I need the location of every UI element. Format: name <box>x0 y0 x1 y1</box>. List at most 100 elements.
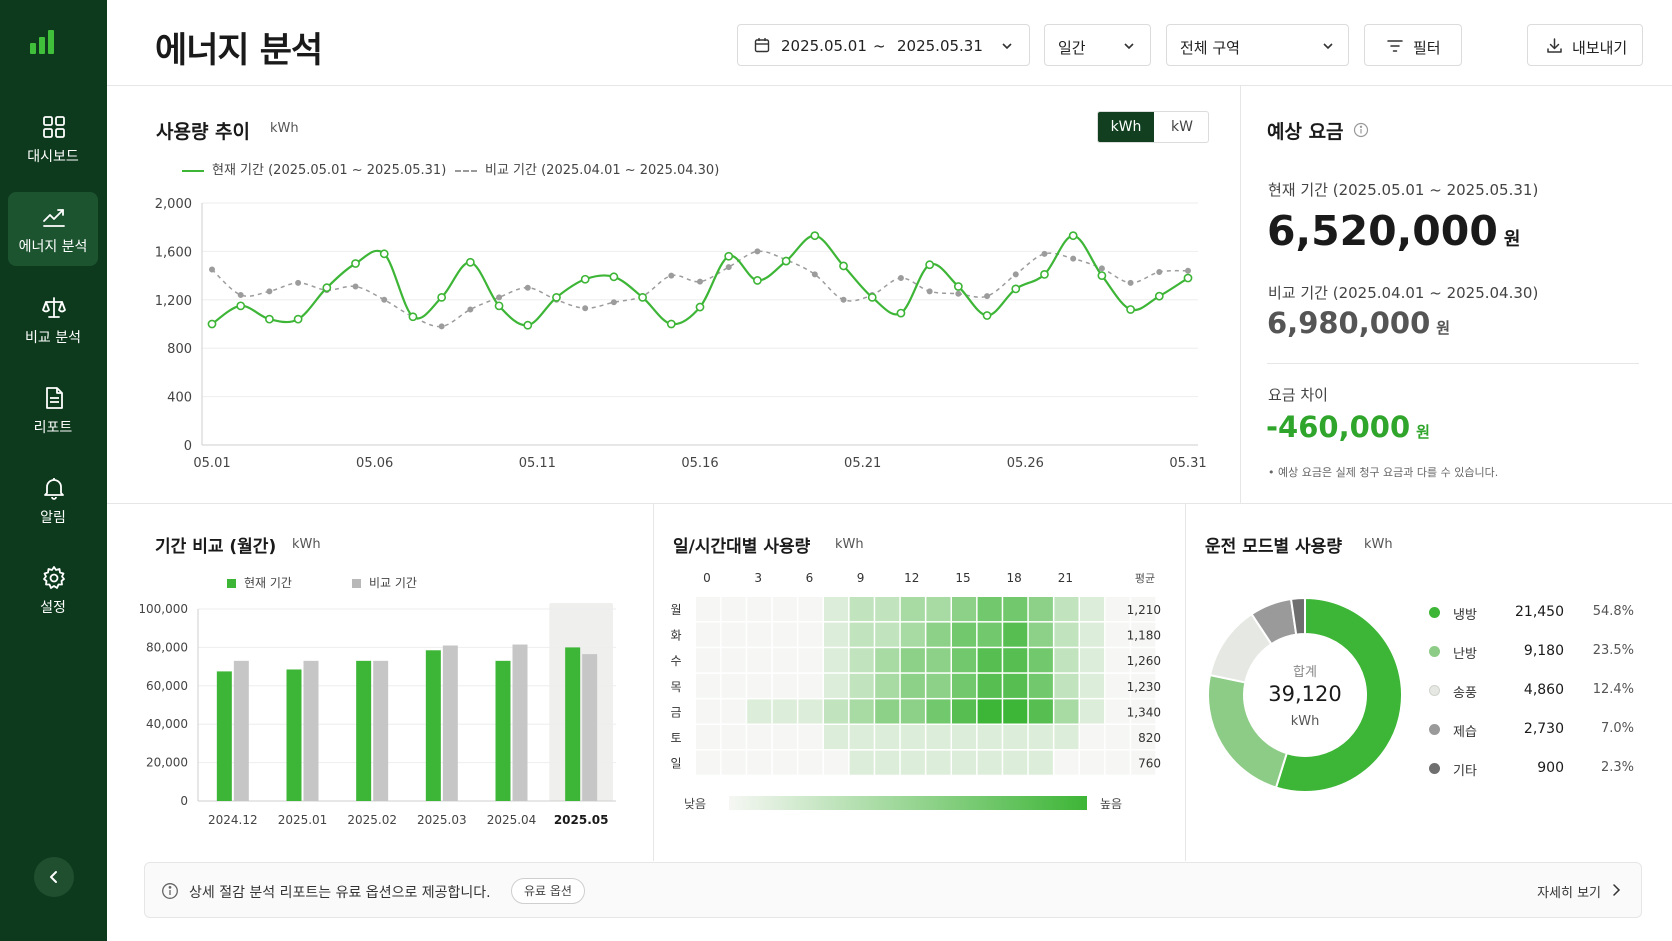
compare-period-point <box>610 299 617 306</box>
current-period-point <box>896 308 906 318</box>
chevron-right-icon[interactable] <box>1609 883 1623 897</box>
cost-compare: 6,980,000 원 <box>1267 306 1450 340</box>
current-period-point <box>379 249 389 259</box>
heatmap-cell <box>900 622 925 647</box>
hour-label: 0 <box>703 571 711 585</box>
legend-percent: 2.3% <box>1600 760 1634 775</box>
heatmap-cell <box>849 699 874 724</box>
heatmap-cell <box>1054 699 1079 724</box>
compare-bar <box>512 644 528 801</box>
info-icon[interactable] <box>1353 122 1369 138</box>
heatmap-cell <box>952 673 977 698</box>
period-select[interactable]: 일간 <box>1044 24 1151 66</box>
sidebar-item-dashboard[interactable]: 대시보드 <box>8 102 98 176</box>
heatmap-cell <box>772 750 797 775</box>
row-average: 1,210 <box>1127 603 1161 617</box>
x-tick-label: 05.16 <box>681 456 718 471</box>
currency-label: 원 <box>1503 229 1521 250</box>
x-tick-label: 05.11 <box>519 456 556 471</box>
current-bar <box>356 660 372 801</box>
mode-legend-row: 난방 9,180 23.5% <box>1429 642 1634 662</box>
zone-select[interactable]: 전체 구역 <box>1166 24 1349 66</box>
unit-toggle-kw[interactable]: kW <box>1154 112 1208 142</box>
sidebar: 대시보드 에너지 분석 비교 분석 리포트 알림 설정 <box>0 0 107 941</box>
compare-period-point <box>438 323 445 330</box>
heatmap-cell <box>1028 725 1053 750</box>
legend-label: 송풍 <box>1453 686 1477 701</box>
divider <box>107 503 1672 504</box>
heatmap-cell <box>824 750 849 775</box>
view-details-link[interactable]: 자세히 보기 <box>1537 882 1601 901</box>
heatmap-cell <box>721 699 746 724</box>
y-tick-label: 0 <box>180 794 188 808</box>
x-tick-label: 2025.01 <box>278 813 328 827</box>
heatmap-cell <box>772 597 797 622</box>
heatmap-cell <box>747 725 772 750</box>
day-label: 목 <box>670 680 681 694</box>
legend-label: 기타 <box>1453 764 1477 779</box>
y-tick-label: 0 <box>184 439 192 454</box>
legend-current-label: 현재 기간 (2025.05.01 ~ 2025.05.31) <box>212 163 447 178</box>
paid-option-badge: 유료 옵션 <box>511 878 585 904</box>
compare-period-point <box>696 278 703 285</box>
compare-period-point <box>1070 255 1077 262</box>
mode-legend-row: 냉방 21,450 54.8% <box>1429 603 1634 623</box>
current-period-point <box>465 257 475 267</box>
export-label: 내보내기 <box>1572 39 1628 57</box>
sidebar-item-settings[interactable]: 설정 <box>8 553 98 627</box>
cost-title: 예상 요금 <box>1267 121 1344 143</box>
compare-period-point <box>725 264 732 271</box>
heatmap-cell <box>875 725 900 750</box>
usage-trend-chart: 0 400 800 1,200 1,600 2,000 05.01 05.06 05.11 05.… <box>155 197 1207 471</box>
heatmap-cell <box>798 725 823 750</box>
chevron-down-icon <box>1002 43 1012 50</box>
heatmap-cell <box>721 648 746 673</box>
heatmap-cell <box>798 597 823 622</box>
current-period-point <box>1011 284 1021 294</box>
x-tick-label: 2025.04 <box>487 813 537 827</box>
sidebar-item-alerts[interactable]: 알림 <box>8 463 98 537</box>
heatmap-cell <box>849 673 874 698</box>
heatmap-cell <box>696 699 721 724</box>
header: 에너지 분석 2025.05.01 ~ 2025.05.31 일간 전체 구역 … <box>107 0 1672 86</box>
current-period-point <box>982 311 992 320</box>
compare-period-point <box>237 291 244 298</box>
filter-button[interactable]: 필터 <box>1364 24 1462 66</box>
heatmap-cell <box>952 597 977 622</box>
heatmap-cell <box>696 648 721 673</box>
compare-period-point <box>582 305 589 312</box>
current-period-point <box>695 302 705 312</box>
compare-period-point <box>1012 271 1019 278</box>
compare-period-point <box>926 288 933 295</box>
heatmap-cell <box>1080 597 1105 622</box>
heatmap-cell <box>952 622 977 647</box>
heatmap-cell <box>952 699 977 724</box>
document-icon <box>46 387 63 409</box>
heatmap-cell <box>747 750 772 775</box>
y-tick-label: 1,600 <box>155 245 192 260</box>
unit-toggle-kwh[interactable]: kWh <box>1098 112 1154 142</box>
heatmap-cell <box>926 699 951 724</box>
sidebar-collapse-button[interactable] <box>34 857 74 897</box>
y-tick-label: 400 <box>167 391 192 406</box>
row-average: 1,340 <box>1127 705 1161 719</box>
sidebar-item-label: 대시보드 <box>27 149 79 165</box>
page-title: 에너지 분석 <box>155 31 323 71</box>
sidebar-item-compare[interactable]: 비교 분석 <box>8 283 98 357</box>
compare-period-point <box>352 283 359 290</box>
legend-percent: 23.5% <box>1592 643 1634 658</box>
export-button[interactable]: 내보내기 <box>1527 24 1643 66</box>
heatmap-cell <box>977 622 1002 647</box>
compare-period-point <box>524 284 531 291</box>
current-period-point <box>1068 231 1078 241</box>
sidebar-item-energy-analysis[interactable]: 에너지 분석 <box>8 192 98 266</box>
legend-label: 난방 <box>1453 647 1477 662</box>
sidebar-item-report[interactable]: 리포트 <box>8 373 98 447</box>
heatmap-cell <box>824 673 849 698</box>
donut-total-label: 합계 <box>1293 665 1317 680</box>
date-range-picker[interactable]: 2025.05.01 ~ 2025.05.31 <box>737 24 1030 66</box>
compare-bar <box>442 645 458 801</box>
heatmap-cell <box>875 750 900 775</box>
legend-percent: 54.8% <box>1592 604 1634 619</box>
heatmap-cell <box>798 699 823 724</box>
